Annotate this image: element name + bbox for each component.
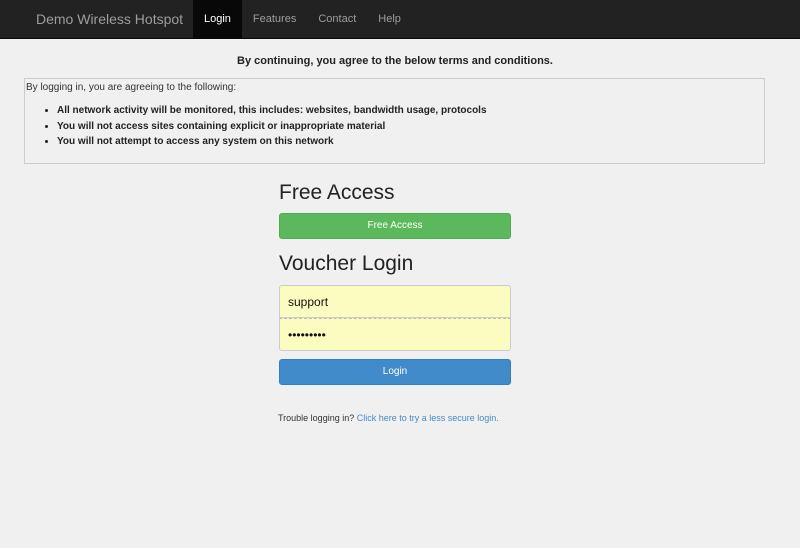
top-navbar: Demo Wireless Hotspot Login Features Con… [0,0,800,39]
free-access-title: Free Access [279,181,395,204]
terms-item: You will not attempt to access any syste… [57,134,487,150]
nav-item-help[interactable]: Help [367,0,412,38]
login-form-area: Free Access Free Access Voucher Login Lo… [279,178,511,385]
username-input[interactable] [279,285,511,318]
terms-item: You will not access sites containing exp… [57,119,487,135]
nav-item-login[interactable]: Login [193,0,242,38]
password-input[interactable] [279,318,511,351]
terms-heading: By continuing, you agree to the below te… [237,55,553,67]
nav-menu: Login Features Contact Help [193,0,412,38]
terms-box: By logging in, you are agreeing to the f… [24,78,765,164]
terms-list: All network activity will be monitored, … [57,103,487,150]
free-access-button[interactable]: Free Access [279,213,511,239]
voucher-login-title: Voucher Login [279,252,414,275]
terms-item: All network activity will be monitored, … [57,103,487,119]
less-secure-login-link[interactable]: Click here to try a less secure login. [357,413,499,423]
nav-item-contact[interactable]: Contact [307,0,367,38]
nav-item-features[interactable]: Features [242,0,307,38]
terms-intro: By logging in, you are agreeing to the f… [26,82,237,93]
trouble-label: Trouble logging in? [278,413,355,423]
login-button[interactable]: Login [279,359,511,385]
brand-link[interactable]: Demo Wireless Hotspot [36,0,183,38]
trouble-text: Trouble logging in? Click here to try a … [278,413,499,423]
